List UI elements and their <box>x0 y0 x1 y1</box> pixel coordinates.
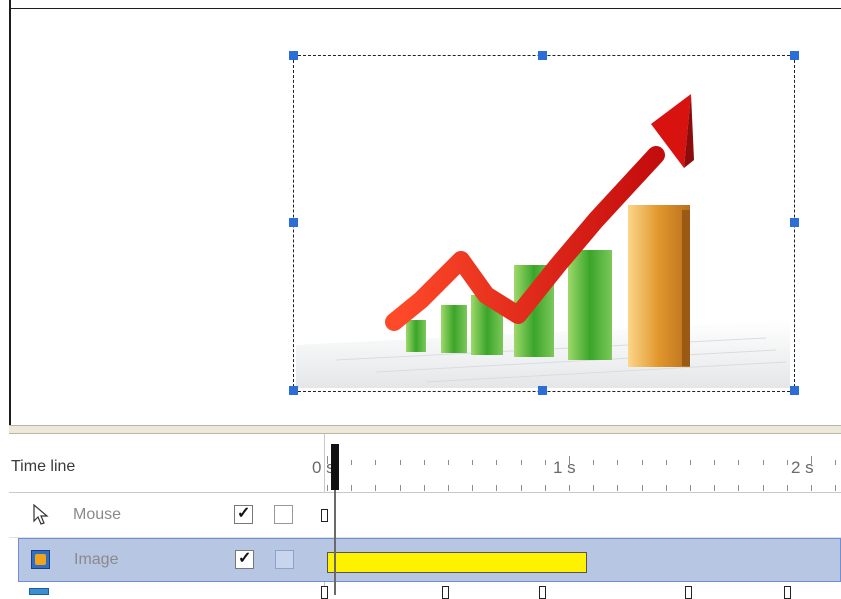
track-label-image: Image <box>74 551 119 568</box>
ruler-tick <box>641 460 643 465</box>
ruler-tick <box>496 460 498 465</box>
stage-left-edge <box>9 0 11 425</box>
resize-handle-sw[interactable] <box>289 386 298 395</box>
keyframe-marker[interactable] <box>539 586 546 599</box>
ruler-tick <box>327 456 328 464</box>
ruler-tick-bottom <box>762 485 764 491</box>
keyframe-marker[interactable] <box>321 509 328 522</box>
panel-splitter[interactable] <box>9 425 841 434</box>
resize-handle-e[interactable] <box>790 218 799 227</box>
track-row-mouse[interactable]: Mouse ✓ <box>9 493 841 538</box>
timeline-ruler[interactable]: Time line 0 s 1 s 2 s <box>9 434 841 493</box>
ruler-tick <box>593 460 595 465</box>
keyframe-marker[interactable] <box>685 586 692 599</box>
ruler-label-1: 1 s <box>553 458 576 477</box>
track-label-mouse: Mouse <box>73 506 122 523</box>
resize-handle-s[interactable] <box>538 386 547 395</box>
track-visible-checkbox-image[interactable]: ✓ <box>235 550 254 569</box>
ruler-tick <box>472 460 474 465</box>
keyframe-marker[interactable] <box>784 586 791 599</box>
ruler-tick <box>544 460 546 465</box>
ruler-tick-bottom <box>593 485 595 491</box>
ruler-tick <box>375 460 377 465</box>
ruler-tick-bottom <box>472 485 474 491</box>
ruler-tick-bottom <box>496 485 498 491</box>
stage-top-edge <box>9 8 841 9</box>
keyframe-marker[interactable] <box>321 586 328 599</box>
ruler-tick <box>811 456 812 464</box>
resize-handle-n[interactable] <box>538 51 547 60</box>
selection-frame[interactable] <box>293 55 795 392</box>
ruler-tick <box>835 460 837 465</box>
playhead-line <box>334 490 336 595</box>
ruler-tick-bottom <box>423 485 425 491</box>
ruler-tick-bottom <box>375 485 377 491</box>
ruler-tick-bottom <box>714 485 716 491</box>
resize-handle-nw[interactable] <box>289 51 298 60</box>
cursor-arrow-icon <box>33 504 49 525</box>
track-lock-checkbox-mouse[interactable] <box>274 505 293 524</box>
track-row-partial[interactable] <box>9 584 841 599</box>
ruler-tick-bottom <box>351 485 353 491</box>
checkmark-icon: ✓ <box>238 550 252 567</box>
ruler-tick-bottom <box>544 485 546 491</box>
ruler-tick <box>714 460 716 465</box>
ruler-tick-bottom <box>690 485 691 491</box>
ruler-tick-bottom <box>327 485 328 491</box>
track-row-image[interactable]: Image ✓ <box>18 538 841 582</box>
ruler-tick <box>448 460 449 465</box>
ruler-tick <box>786 460 788 465</box>
ruler-tick <box>690 460 691 465</box>
ruler-tick <box>762 460 764 465</box>
ruler-tick <box>351 460 353 465</box>
ruler-tick-bottom <box>786 485 788 491</box>
ruler-tick-bottom <box>835 485 837 491</box>
checkmark-icon: ✓ <box>237 505 251 522</box>
canvas-stage[interactable] <box>0 0 841 425</box>
ruler-tick-bottom <box>617 485 619 491</box>
track-icon-partial <box>29 588 49 595</box>
ruler-tick-bottom <box>569 485 570 491</box>
timeline-title: Time line <box>11 458 76 475</box>
playhead-handle[interactable] <box>331 444 339 490</box>
ruler-tick-bottom <box>448 485 449 491</box>
ruler-tick <box>617 460 619 465</box>
ruler-tick <box>738 460 740 465</box>
ruler-tick <box>520 460 522 465</box>
ruler-tick <box>569 456 570 464</box>
track-lock-checkbox-image[interactable] <box>275 550 294 569</box>
ruler-tick <box>423 460 425 465</box>
ruler-tick <box>399 460 401 465</box>
resize-handle-w[interactable] <box>289 218 298 227</box>
track-visible-checkbox-mouse[interactable]: ✓ <box>234 505 253 524</box>
image-object-icon <box>31 550 50 569</box>
timeline-panel: Time line 0 s 1 s 2 s Mouse ✓ Image ✓ <box>9 434 841 599</box>
ruler-tick <box>665 460 667 465</box>
ruler-tick-bottom <box>665 485 667 491</box>
resize-handle-se[interactable] <box>790 386 799 395</box>
ruler-tick-bottom <box>641 485 643 491</box>
resize-handle-ne[interactable] <box>790 51 799 60</box>
ruler-tick-bottom <box>811 485 812 491</box>
ruler-tick-bottom <box>738 485 740 491</box>
keyframe-marker[interactable] <box>442 586 449 599</box>
ruler-tick-bottom <box>520 485 522 491</box>
ruler-tick-bottom <box>399 485 401 491</box>
image-clip-bar[interactable] <box>327 552 587 573</box>
